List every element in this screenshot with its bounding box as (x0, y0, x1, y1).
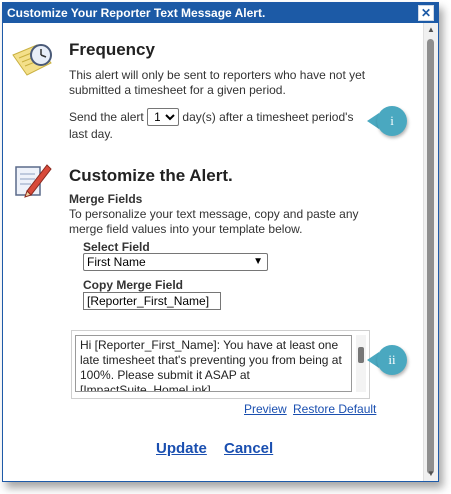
select-field-dropdown[interactable]: First Name ▼ (83, 253, 268, 271)
chevron-down-icon: ▼ (253, 256, 263, 267)
copy-merge-field-input[interactable]: [Reporter_First_Name] (83, 292, 221, 310)
copy-merge-field-value: [Reporter_First_Name] (87, 294, 210, 308)
cancel-button[interactable]: Cancel (224, 440, 273, 457)
info-badge-i[interactable]: i (377, 106, 407, 136)
scroll-down-icon[interactable]: ▼ (424, 467, 438, 481)
dialog-title: Customize Your Reporter Text Message Ale… (7, 6, 266, 20)
update-button[interactable]: Update (156, 440, 207, 457)
template-scrollbar[interactable] (356, 335, 366, 392)
send-prefix: Send the alert (69, 110, 144, 124)
copy-merge-field-label: Copy Merge Field (83, 278, 184, 292)
dialog-titlebar: Customize Your Reporter Text Message Ale… (3, 3, 438, 23)
frequency-title: Frequency (69, 40, 155, 59)
days-select[interactable]: 1 (147, 108, 180, 126)
dialog-scroll-thumb[interactable] (427, 39, 434, 474)
template-scroll-thumb[interactable] (358, 347, 364, 363)
alert-dialog: Customize Your Reporter Text Message Ale… (2, 2, 439, 482)
merge-fields-heading: Merge Fields (69, 192, 143, 206)
edit-pencil-icon (15, 164, 52, 198)
dialog-content: Frequency This alert will only be sent t… (3, 23, 423, 481)
dialog-scrollbar[interactable]: ▲ ▼ (423, 23, 438, 481)
frequency-send-row: Send the alert 1 day(s) after a timeshee… (69, 108, 369, 143)
customize-title: Customize the Alert. (69, 166, 233, 185)
restore-default-link[interactable]: Restore Default (293, 402, 376, 416)
preview-link[interactable]: Preview (244, 402, 287, 416)
template-container: Hi [Reporter_First_Name]: You have at le… (71, 330, 370, 399)
info-badge-ii[interactable]: ii (377, 345, 407, 375)
scroll-up-icon[interactable]: ▲ (424, 23, 438, 37)
frequency-description: This alert will only be sent to reporter… (69, 68, 366, 97)
close-button[interactable]: ✕ (418, 5, 434, 21)
select-field-value: First Name (87, 255, 146, 269)
template-textarea[interactable]: Hi [Reporter_First_Name]: You have at le… (75, 335, 352, 392)
clock-icon (12, 44, 52, 76)
merge-fields-description: To personalize your text message, copy a… (69, 207, 359, 236)
close-icon: ✕ (420, 6, 432, 20)
